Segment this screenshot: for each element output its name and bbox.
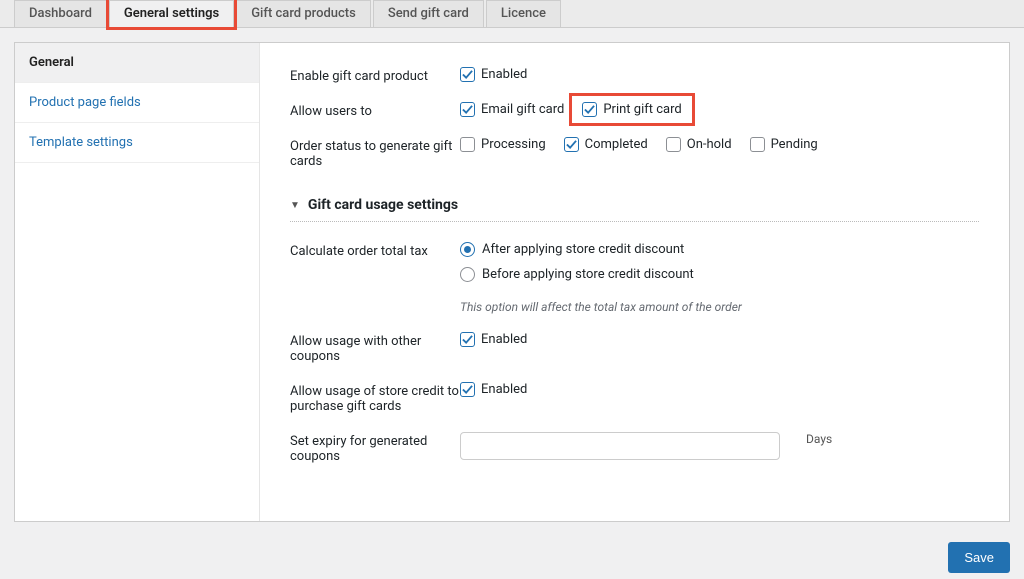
tab-licence[interactable]: Licence bbox=[486, 0, 561, 27]
tab-dashboard[interactable]: Dashboard bbox=[14, 0, 107, 27]
label-order-status: Order status to generate gift cards bbox=[290, 137, 460, 169]
check-icon bbox=[462, 104, 473, 115]
checkbox-enable-gift-card[interactable]: Enabled bbox=[460, 67, 527, 82]
checkbox-completed[interactable]: Completed bbox=[564, 137, 648, 152]
expiry-input[interactable] bbox=[460, 432, 780, 460]
checkbox-email-label: Email gift card bbox=[481, 102, 564, 117]
sidebar-item-template-settings[interactable]: Template settings bbox=[15, 123, 259, 163]
label-enable-gift-card: Enable gift card product bbox=[290, 67, 460, 84]
expiry-unit: Days bbox=[806, 432, 832, 446]
tab-send-gift-card[interactable]: Send gift card bbox=[373, 0, 484, 27]
checkbox-on-hold[interactable]: On-hold bbox=[666, 137, 732, 152]
tab-gift-card-products[interactable]: Gift card products bbox=[236, 0, 371, 27]
checkbox-other-coupons-label: Enabled bbox=[481, 332, 527, 347]
section-header-usage[interactable]: ▼ Gift card usage settings bbox=[290, 197, 979, 222]
label-allow-users: Allow users to bbox=[290, 102, 460, 119]
checkbox-print-gift-card[interactable]: Print gift card bbox=[569, 93, 694, 126]
tab-general-settings[interactable]: General settings bbox=[109, 0, 234, 27]
calc-tax-description: This option will affect the total tax am… bbox=[460, 300, 742, 314]
checkbox-pending[interactable]: Pending bbox=[750, 137, 818, 152]
checkbox-other-coupons[interactable]: Enabled bbox=[460, 332, 527, 347]
radio-before-discount[interactable]: Before applying store credit discount bbox=[460, 267, 742, 282]
radio-before-label: Before applying store credit discount bbox=[482, 267, 694, 282]
label-expiry: Set expiry for generated coupons bbox=[290, 432, 460, 464]
sidebar-item-product-page-fields[interactable]: Product page fields bbox=[15, 83, 259, 123]
section-title-usage: Gift card usage settings bbox=[308, 197, 458, 213]
sidebar-item-general[interactable]: General bbox=[15, 43, 259, 83]
radio-after-label: After applying store credit discount bbox=[482, 242, 684, 257]
sidebar: General Product page fields Template set… bbox=[15, 43, 260, 521]
save-button[interactable]: Save bbox=[948, 542, 1010, 573]
check-icon bbox=[462, 69, 473, 80]
checkbox-processing-label: Processing bbox=[481, 137, 546, 152]
label-other-coupons: Allow usage with other coupons bbox=[290, 332, 460, 364]
radio-after-discount[interactable]: After applying store credit discount bbox=[460, 242, 742, 257]
check-icon bbox=[584, 104, 595, 115]
checkbox-pending-label: Pending bbox=[771, 137, 818, 152]
checkbox-enable-label: Enabled bbox=[481, 67, 527, 82]
label-calc-tax: Calculate order total tax bbox=[290, 242, 460, 259]
main-panel: General Product page fields Template set… bbox=[14, 42, 1010, 522]
checkbox-purchase-gc[interactable]: Enabled bbox=[460, 382, 527, 397]
checkbox-email-gift-card[interactable]: Email gift card bbox=[460, 102, 564, 117]
checkbox-processing[interactable]: Processing bbox=[460, 137, 546, 152]
check-icon bbox=[462, 384, 473, 395]
checkbox-completed-label: Completed bbox=[585, 137, 648, 152]
checkbox-purchase-gc-label: Enabled bbox=[481, 382, 527, 397]
checkbox-print-label: Print gift card bbox=[603, 102, 681, 117]
tab-bar: Dashboard General settings Gift card pro… bbox=[0, 0, 1024, 28]
checkbox-on-hold-label: On-hold bbox=[687, 137, 732, 152]
chevron-down-icon: ▼ bbox=[290, 200, 300, 211]
check-icon bbox=[462, 334, 473, 345]
label-purchase-gc: Allow usage of store credit to purchase … bbox=[290, 382, 460, 414]
check-icon bbox=[566, 139, 577, 150]
content-area: Enable gift card product Enabled Allow u… bbox=[260, 43, 1009, 521]
